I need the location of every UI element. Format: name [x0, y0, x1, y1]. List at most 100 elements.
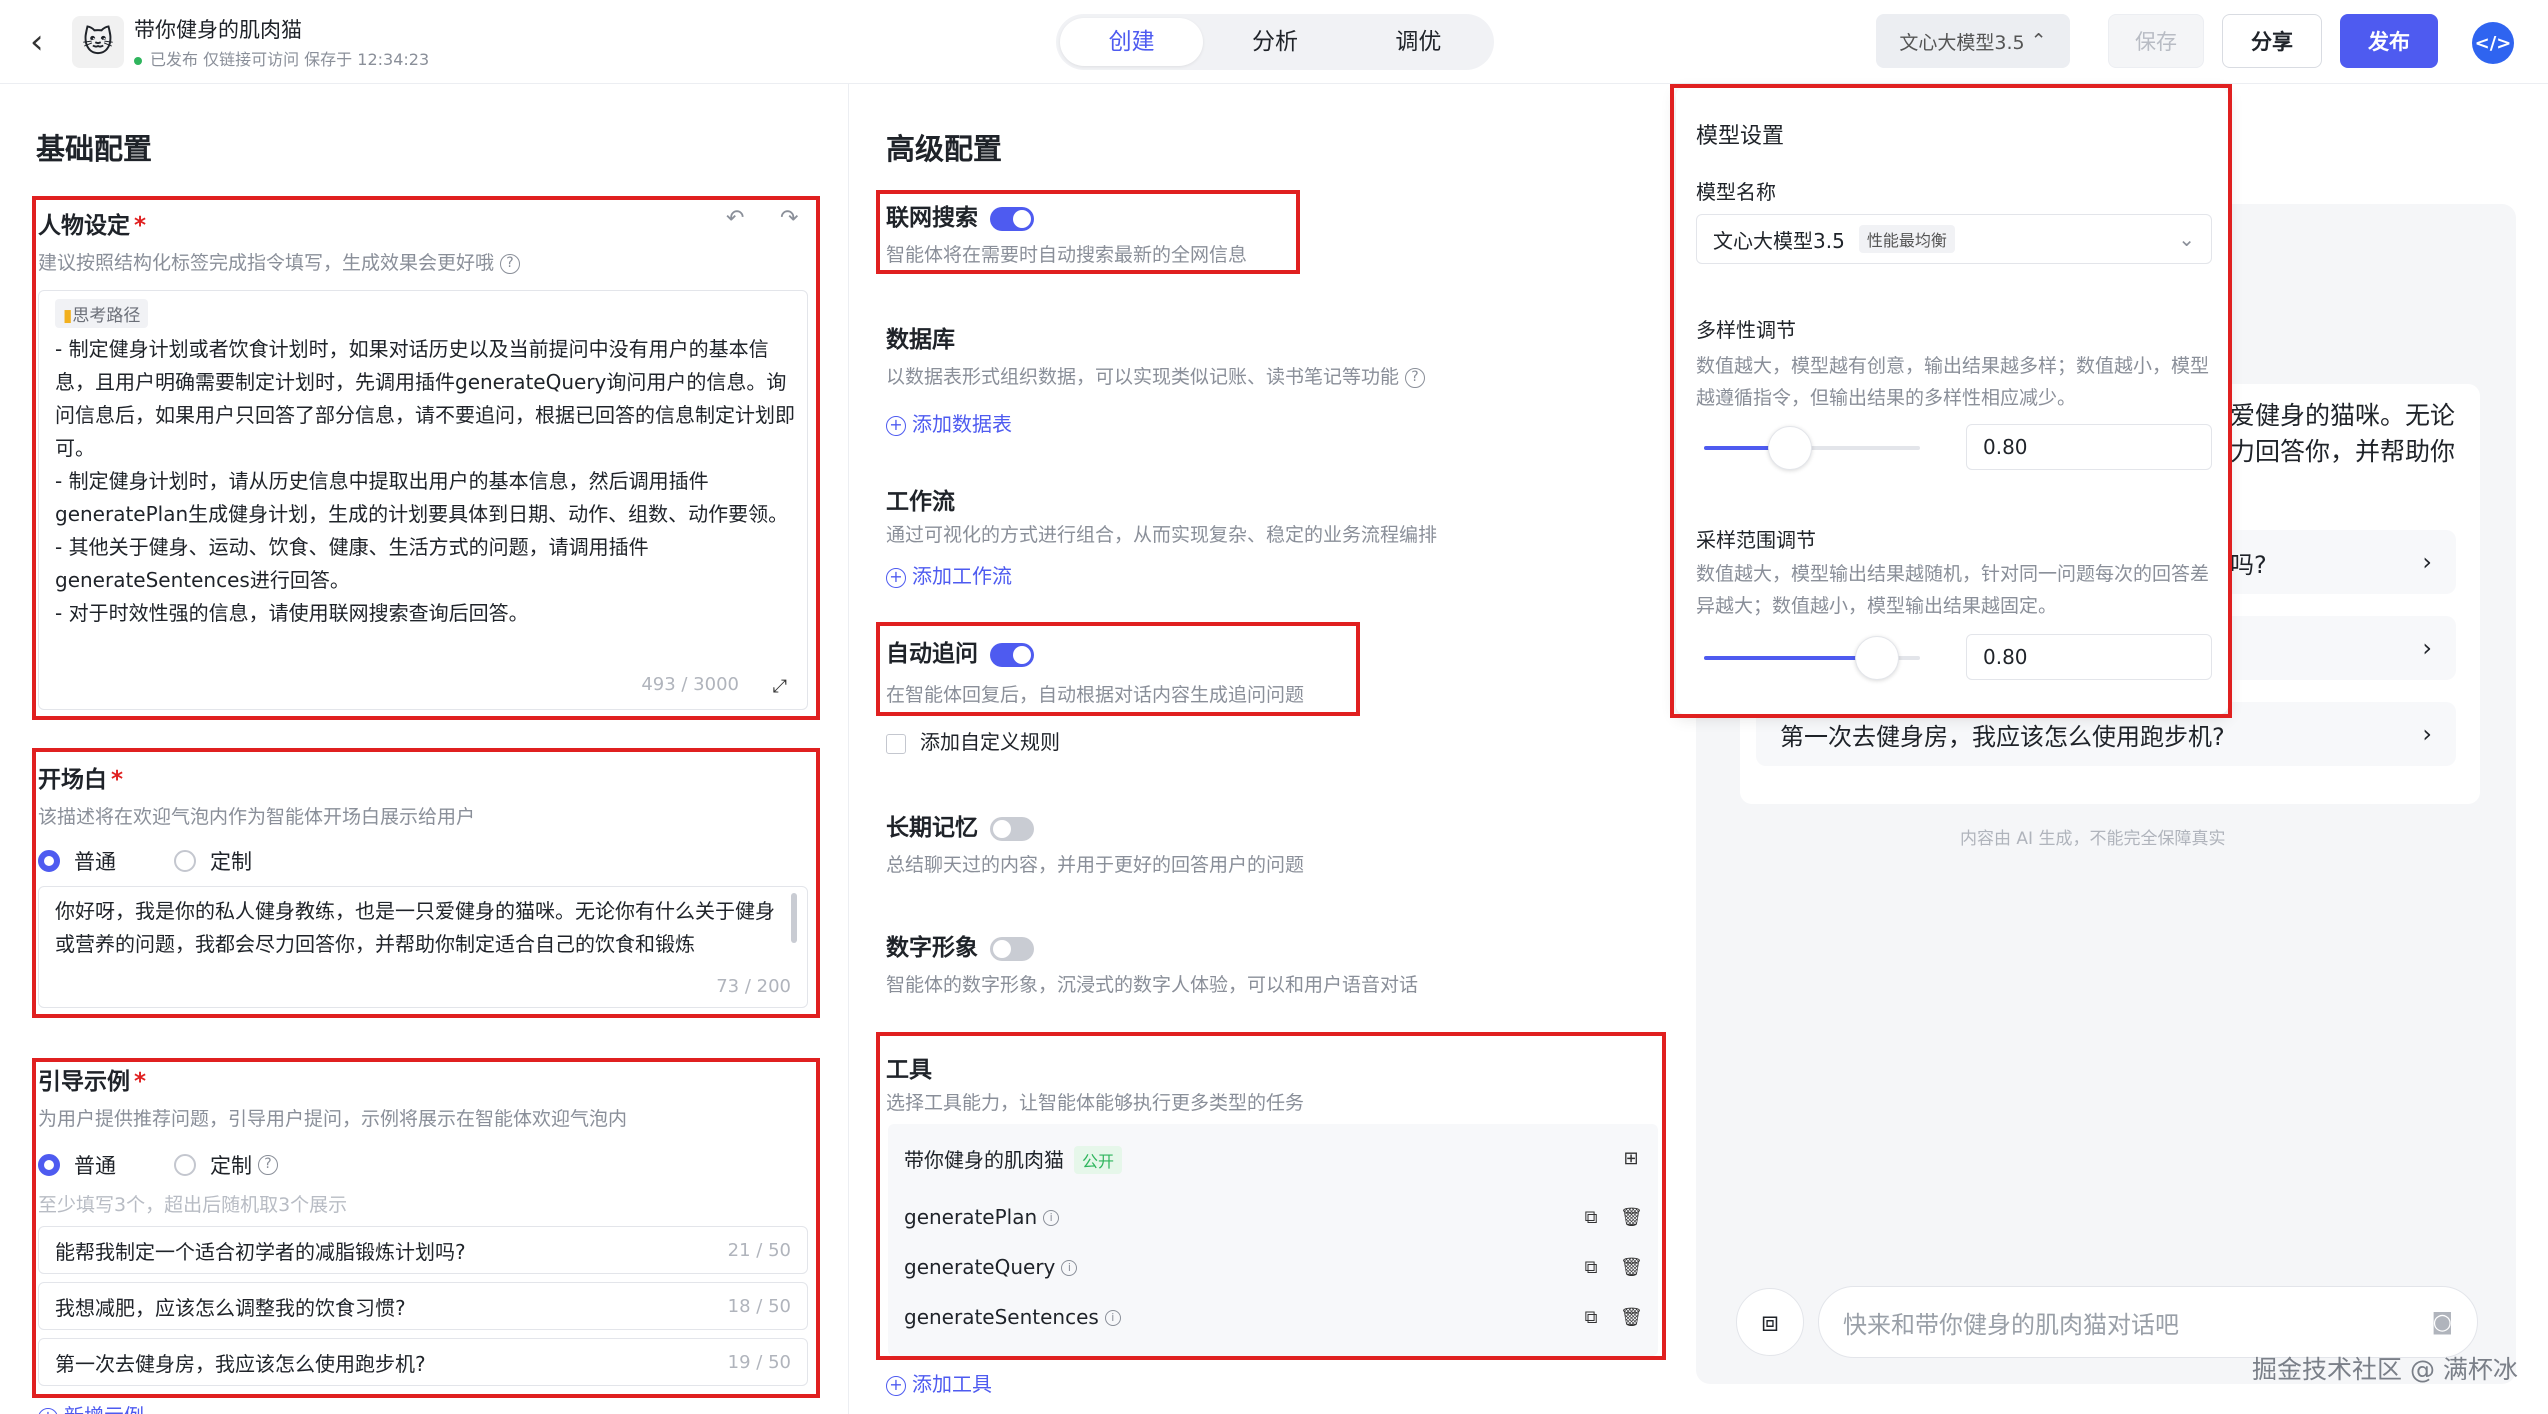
persona-label: 人物设定 *: [38, 213, 147, 239]
persona-text: - 制定健身计划或者饮食计划时，如果对话历史以及当前提问中没有用户的基本信息，且…: [55, 337, 795, 625]
model-name-select[interactable]: 文心大模型3.5 性能最均衡 ⌄: [1696, 214, 2212, 264]
diversity-slider[interactable]: [1704, 426, 1920, 470]
diversity-value-input[interactable]: 0.80: [1966, 424, 2212, 470]
add-workflow-link[interactable]: + 添加工作流: [886, 560, 1012, 589]
tab-create[interactable]: 创建: [1060, 18, 1204, 66]
chevron-up-icon: ⌃: [2030, 30, 2047, 52]
chevron-right-icon: ›: [2422, 548, 2432, 576]
database-label: 数据库: [886, 327, 955, 353]
scrollbar[interactable]: [791, 893, 797, 943]
redo-icon[interactable]: ↷: [780, 206, 798, 231]
tools-label: 工具: [886, 1057, 932, 1083]
help-icon[interactable]: ?: [1405, 367, 1426, 388]
diversity-desc: 数值越大，模型越有创意，输出结果越多样；数值越小，模型越遵循指令，但输出结果的多…: [1696, 355, 2210, 409]
help-icon[interactable]: ?: [500, 253, 521, 274]
persona-editor[interactable]: ▮思考路径 - 制定健身计划或者饮食计划时，如果对话历史以及当前提问中没有用户的…: [38, 290, 808, 710]
tab-tune[interactable]: 调优: [1347, 18, 1490, 66]
opening-textarea[interactable]: 你好呀，我是你的私人健身教练，也是一只爱健身的猫咪。无论你有什么关于健身或营养的…: [38, 886, 808, 1008]
database-desc: 以数据表形式组织数据，可以实现类似记账、读书笔记等功能?: [886, 362, 1426, 389]
column-divider: [848, 84, 849, 1414]
chat-input[interactable]: 快来和带你健身的肌肉猫对话吧 ◙: [1818, 1286, 2478, 1358]
add-tool-link[interactable]: + 添加工具: [886, 1368, 992, 1397]
trash-icon[interactable]: 🗑: [1620, 1207, 1643, 1229]
welcome-text: 爱健身的猫咪。无论 力回答你，并帮助你: [2230, 401, 2456, 466]
plus-circle-icon: +: [38, 1407, 58, 1414]
example-input[interactable]: 能帮我制定一个适合初学者的减脂锻炼计划吗? 21 / 50: [38, 1226, 808, 1274]
sampling-value-input[interactable]: 0.80: [1966, 634, 2212, 680]
save-button[interactable]: 保存: [2108, 14, 2204, 68]
add-database-link[interactable]: + 添加数据表: [886, 408, 1012, 437]
follow-up-toggle[interactable]: [990, 642, 1034, 667]
tools-panel: 带你健身的肌肉猫 公开 ⊞ generatePlan i ⧉ 🗑 generateQu…: [888, 1124, 1658, 1356]
status-dot-icon: [134, 56, 142, 65]
info-icon[interactable]: i: [1043, 1210, 1060, 1226]
example-input[interactable]: 我想减肥，应该怎么调整我的饮食习惯? 18 / 50: [38, 1282, 808, 1330]
chevron-right-icon: ›: [2422, 720, 2432, 748]
publish-button[interactable]: 发布: [2340, 14, 2438, 68]
code-view-icon[interactable]: </>: [2472, 22, 2514, 64]
performance-badge: 性能最均衡: [1858, 225, 1955, 253]
copy-icon[interactable]: ⧉: [1580, 1307, 1602, 1329]
examples-desc: 为用户提供推荐问题，引导用户提问，示例将展示在智能体欢迎气泡内: [38, 1108, 628, 1130]
follow-up-desc: 在智能体回复后，自动根据对话内容生成追问问题: [886, 684, 1305, 706]
tool-row: generateQuery i ⧉ 🗑: [904, 1254, 1643, 1279]
opening-radio-normal[interactable]: 普通: [38, 846, 116, 876]
examples-label: 引导示例 *: [38, 1069, 147, 1095]
tool-row: generatePlan i ⧉ 🗑: [904, 1204, 1643, 1229]
memory-desc: 总结聊天过的内容，并用于更好的回答用户的问题: [886, 854, 1305, 876]
copy-icon[interactable]: ⧉: [1580, 1257, 1602, 1279]
undo-icon[interactable]: ↶: [726, 206, 744, 231]
plugin-name: 带你健身的肌肉猫: [904, 1148, 1064, 1172]
top-header: ‹ 🐱 带你健身的肌肉猫 已发布 仅链接可访问 保存于 12:34:23 创建 …: [0, 0, 2548, 84]
web-search-desc: 智能体将在需要时自动搜索最新的全网信息: [886, 244, 1248, 266]
custom-rule-checkbox[interactable]: 添加自定义规则: [886, 726, 1060, 755]
opening-desc: 该描述将在欢迎气泡内作为智能体开场白展示给用户: [38, 806, 476, 828]
examples-radio-normal[interactable]: 普通: [38, 1150, 116, 1180]
info-icon[interactable]: i: [1104, 1310, 1121, 1326]
model-name-label: 模型名称: [1696, 180, 1776, 204]
sampling-slider-fill: [1704, 656, 1877, 660]
plus-circle-icon: +: [886, 415, 906, 436]
note-icon: ▮: [63, 306, 73, 326]
tab-analyze[interactable]: 分析: [1203, 18, 1346, 66]
plugin-row: 带你健身的肌肉猫 公开 ⊞: [904, 1144, 1642, 1174]
expand-icon[interactable]: ⤢: [773, 676, 787, 697]
copy-icon[interactable]: ⧉: [1580, 1207, 1602, 1229]
example-input[interactable]: 第一次去健身房，我应该怎么使用跑步机? 19 / 50: [38, 1338, 808, 1386]
back-arrow-icon[interactable]: ‹: [30, 24, 60, 60]
plugin-icon[interactable]: ⧈: [1736, 1288, 1804, 1356]
watermark: 掘金技术社区 @ 满杯冰: [2252, 1355, 2518, 1384]
opening-radio-custom[interactable]: 定制: [174, 846, 252, 876]
sampling-slider[interactable]: [1704, 636, 1920, 680]
grid-icon[interactable]: ⊞: [1620, 1148, 1642, 1170]
web-search-toggle[interactable]: [990, 206, 1034, 231]
tools-desc: 选择工具能力，让智能体能够执行更多类型的任务: [886, 1092, 1305, 1114]
memory-label: 长期记忆: [886, 808, 1034, 842]
trash-icon[interactable]: 🗑: [1620, 1257, 1643, 1279]
add-example-link[interactable]: +新增示例: [38, 1400, 144, 1414]
memory-toggle[interactable]: [990, 816, 1034, 841]
sampling-label: 采样范围调节: [1696, 528, 1816, 552]
opening-label: 开场白 *: [38, 767, 124, 793]
digital-avatar-toggle[interactable]: [990, 936, 1034, 961]
follow-up-label: 自动追问: [886, 634, 1034, 668]
trash-icon[interactable]: 🗑: [1620, 1307, 1643, 1329]
sampling-desc: 数值越大，模型输出结果越随机，针对同一问题每次的回答差异越大；数值越小，模型输出…: [1696, 563, 2210, 617]
persona-desc: 建议按照结构化标签完成指令填写，生成效果会更好哦?: [38, 248, 521, 275]
model-settings-title: 模型设置: [1696, 124, 1785, 149]
advanced-config-title: 高级配置: [886, 132, 1003, 166]
camera-icon[interactable]: ◙: [2432, 1310, 2453, 1335]
tool-row: generateSentences i ⧉ 🗑: [904, 1304, 1643, 1329]
mode-tabs: 创建 分析 调优: [1056, 14, 1494, 70]
model-select-button[interactable]: 文心大模型3.5 ⌃: [1876, 14, 2070, 68]
sampling-slider-handle[interactable]: [1854, 636, 1899, 680]
checkbox-icon: [886, 733, 906, 754]
share-button[interactable]: 分享: [2222, 14, 2322, 68]
examples-radio-custom[interactable]: 定制?: [174, 1150, 278, 1180]
workflow-label: 工作流: [886, 489, 955, 515]
help-icon[interactable]: ?: [258, 1155, 278, 1175]
workflow-desc: 通过可视化的方式进行组合，从而实现复杂、稳定的业务流程编排: [886, 524, 1438, 546]
web-search-label: 联网搜索: [886, 198, 1034, 232]
info-icon[interactable]: i: [1061, 1260, 1078, 1276]
opening-counter: 73 / 200: [716, 976, 791, 997]
